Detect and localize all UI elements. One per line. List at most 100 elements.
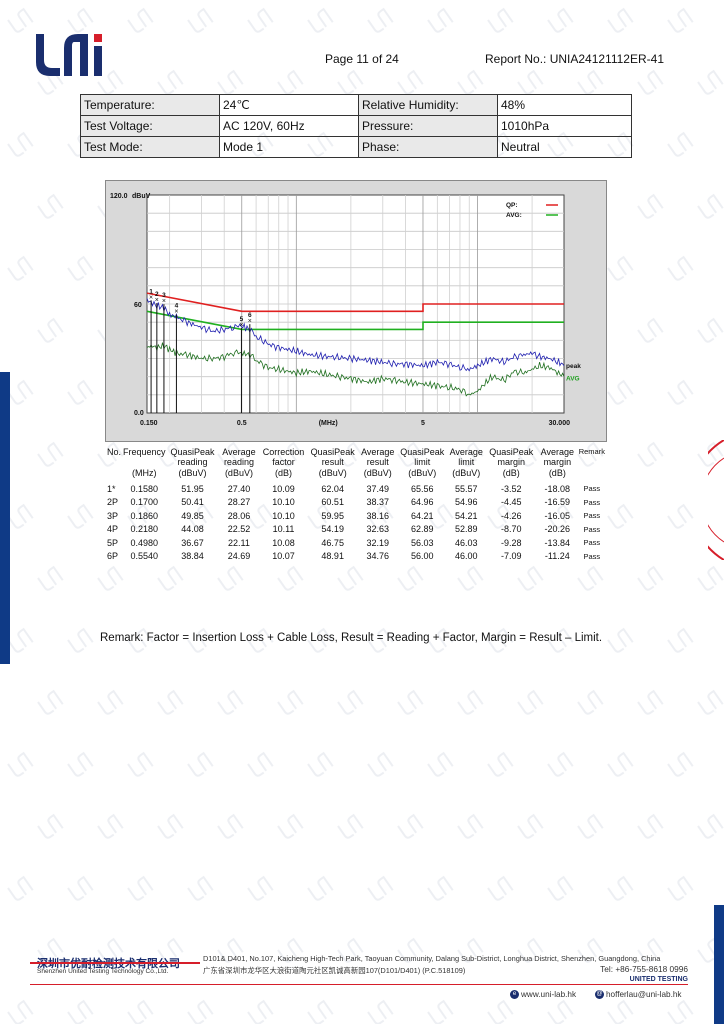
marker-x: × (149, 294, 153, 301)
watermark-mark (397, 813, 424, 839)
marker-x: × (155, 297, 159, 304)
humidity-label: Relative Humidity: (358, 94, 498, 116)
watermark-stroke (37, 565, 64, 591)
watermark-stroke (517, 69, 544, 95)
watermark-mark (607, 503, 634, 529)
watermark-mark (187, 7, 214, 33)
watermark-stroke (247, 999, 274, 1024)
watermark-stroke (7, 627, 34, 653)
watermark-stroke (307, 999, 334, 1024)
test-conditions-table: Temperature: 24℃ Relative Humidity: 48% … (80, 94, 632, 158)
watermark-mark (217, 813, 244, 839)
watermark-mark (427, 875, 454, 901)
watermark-stroke (367, 751, 394, 777)
results-header-cell: QuasiPeak limit (400, 447, 445, 467)
watermark-mark (7, 999, 34, 1024)
watermark-mark (97, 813, 124, 839)
table-cell: 32.19 (366, 537, 390, 548)
watermark-mark (187, 751, 214, 777)
watermark-stroke (37, 193, 64, 219)
phase-value: Neutral (497, 136, 632, 158)
results-unit-cell (578, 467, 606, 482)
legend-label: QP: (506, 202, 518, 209)
watermark-stroke (157, 813, 184, 839)
watermark-mark (157, 565, 184, 591)
table-cell: 1* (107, 483, 116, 494)
watermark-stroke (157, 69, 184, 95)
emission-chart: 120.0 dBuV 60 0.0 0.150 0.5 5 30.000 (MHz) peak AV… (105, 180, 607, 442)
footer-accent-line (30, 962, 200, 964)
watermark-stroke (37, 441, 64, 467)
results-header-cell: QuasiPeak reading (170, 447, 215, 467)
watermark-mark (607, 379, 634, 405)
watermark-stroke (577, 565, 604, 591)
mode-value: Mode 1 (219, 136, 359, 158)
marker-label: 2 (155, 291, 159, 298)
watermark-mark (67, 255, 94, 281)
email-link[interactable]: @ hofferlau@uni-lab.hk (595, 990, 682, 1000)
table-cell: 64.21 (411, 510, 434, 521)
table-cell: 24.69 (227, 551, 251, 562)
table-cell: 46.75 (321, 537, 344, 548)
watermark-stroke (397, 565, 424, 591)
table-cell: -3.52 (501, 483, 522, 494)
watermark-mark (637, 689, 664, 715)
company-name-en: Shenzhen United Testing Technology Co.,L… (37, 968, 169, 975)
watermark-mark (427, 999, 454, 1024)
watermark-stroke (97, 813, 124, 839)
watermark-mark (637, 317, 664, 343)
watermark-stroke (217, 813, 244, 839)
watermark-stroke (667, 751, 694, 777)
results-unit-cell: (dBuV) (224, 468, 253, 478)
results-table: No. Frequency QuasiPeak reading Average rea… (106, 447, 606, 563)
watermark-mark (697, 193, 724, 219)
watermark-stroke (637, 441, 664, 467)
watermark-stroke (667, 875, 694, 901)
watermark-stroke (247, 875, 274, 901)
results-unit-cell: (dBuV) (363, 468, 392, 478)
watermark-mark (37, 813, 64, 839)
globe-icon: e (510, 990, 519, 1000)
watermark-stroke (157, 689, 184, 715)
watermark-mark (457, 689, 484, 715)
watermark-stroke (457, 565, 484, 591)
watermark-mark (127, 751, 154, 777)
watermark-mark (307, 875, 334, 901)
table-cell: Pass (583, 538, 601, 548)
watermark-stroke (67, 7, 94, 33)
right-accent-bar (714, 905, 724, 1024)
marker-label: 3 (162, 292, 166, 299)
x-tick-label: 5 (421, 420, 425, 427)
watermark-mark (247, 875, 274, 901)
watermark-stroke (397, 813, 424, 839)
watermark-stroke (127, 7, 154, 33)
watermark-stroke (517, 813, 544, 839)
watermark-stroke (637, 813, 664, 839)
watermark-mark (697, 689, 724, 715)
marker-x: × (248, 318, 252, 325)
watermark-mark (577, 565, 604, 591)
watermark-mark (277, 69, 304, 95)
table-cell: -8.70 (501, 524, 522, 535)
table-cell: 0.1580 (130, 483, 159, 494)
table-cell: 32.63 (366, 524, 390, 535)
watermark-mark (487, 7, 514, 33)
table-cell: 49.85 (181, 510, 204, 521)
table-row: 5P 0.4980 36.67 22.11 10.08 46.75 32.19 56.03 46… (106, 536, 606, 550)
watermark-mark (67, 875, 94, 901)
watermark-stroke (217, 565, 244, 591)
website-link[interactable]: e www.uni-lab.hk (510, 990, 576, 1000)
watermark-mark (67, 503, 94, 529)
results-header-cell: Average margin (540, 447, 574, 467)
watermark-stroke (397, 69, 424, 95)
watermark-stroke (157, 565, 184, 591)
table-cell: 38.16 (366, 510, 390, 521)
watermark-mark (547, 751, 574, 777)
table-cell: 0.4980 (130, 537, 159, 548)
watermark-mark (667, 503, 694, 529)
watermark-stroke (697, 193, 724, 219)
report-number: Report No.: UNIA24121112ER-41 (485, 52, 664, 66)
watermark-stroke (367, 999, 394, 1024)
watermark-mark (217, 69, 244, 95)
watermark-mark (457, 565, 484, 591)
